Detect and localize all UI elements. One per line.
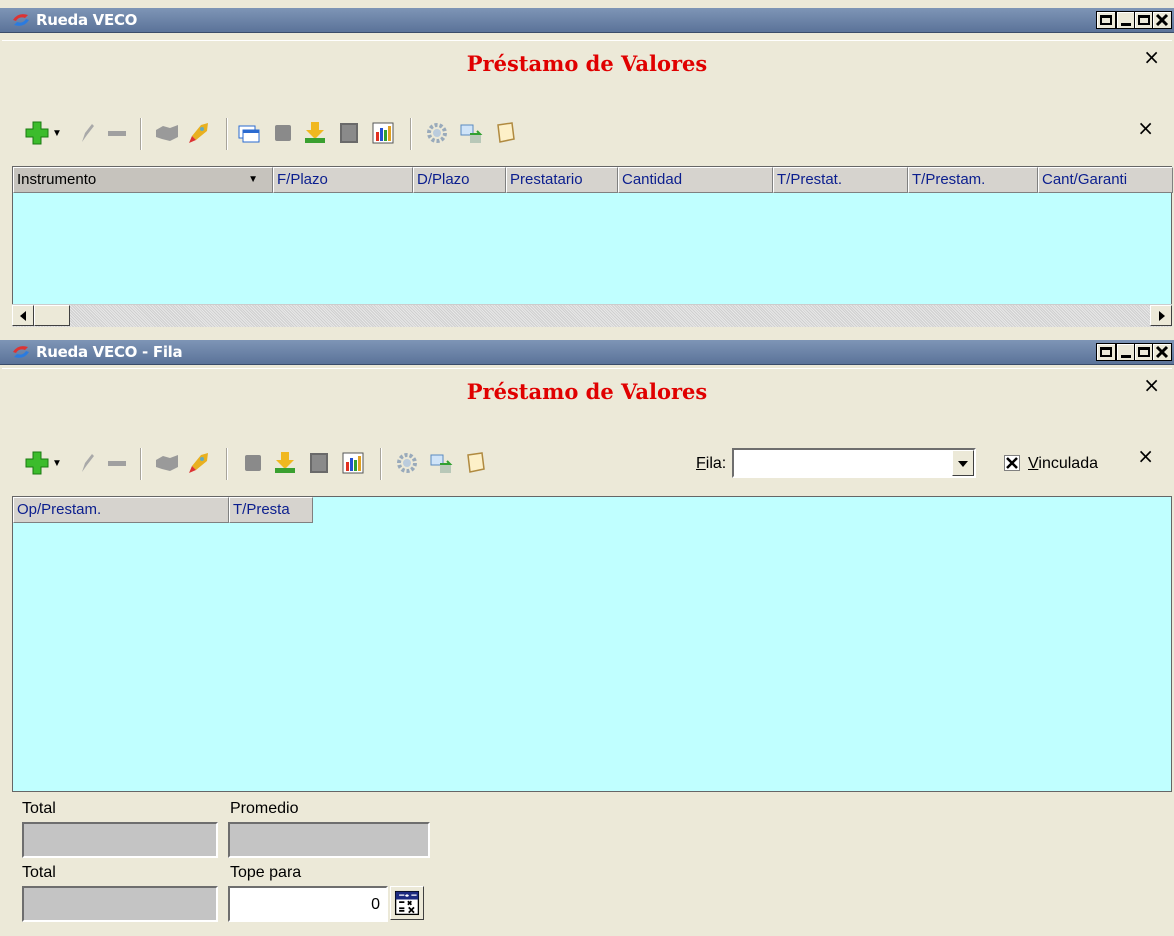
close-window-button[interactable]	[1152, 343, 1172, 361]
pen-icon[interactable]	[74, 120, 100, 146]
note-icon[interactable]	[492, 120, 518, 146]
maximize-button[interactable]	[1134, 343, 1154, 361]
close-icon	[1155, 345, 1169, 359]
handshake-icon[interactable]	[154, 120, 180, 146]
window-list-icon[interactable]	[236, 120, 262, 146]
column-header-t-presta[interactable]: T/Presta	[229, 497, 313, 523]
panel-header: Préstamo de Valores ×	[2, 368, 1172, 431]
panel-title: Préstamo de Valores	[466, 51, 708, 76]
handshake-icon[interactable]	[154, 450, 180, 476]
transfer-icon[interactable]	[458, 120, 484, 146]
panel-title: Préstamo de Valores	[466, 379, 708, 404]
total-field-2	[22, 886, 218, 922]
book-icon[interactable]	[336, 120, 362, 146]
download-icon[interactable]	[272, 450, 298, 476]
window-title: Rueda VECO	[36, 11, 138, 29]
promedio-field	[228, 822, 430, 858]
window-titlebar[interactable]: Rueda VECO	[0, 8, 1174, 33]
bar-chart-icon[interactable]	[340, 450, 366, 476]
chevron-down-icon[interactable]: ▼	[248, 168, 258, 192]
gear-icon[interactable]	[424, 120, 450, 146]
scroll-left-button[interactable]	[12, 305, 34, 326]
vinculada-checkbox[interactable]	[1004, 455, 1020, 471]
column-header-d-plazo[interactable]: D/Plazo	[413, 167, 506, 193]
panel-close-button[interactable]: ×	[1143, 47, 1160, 67]
add-dropdown-icon[interactable]: ▼	[52, 128, 62, 139]
tope-para-label: Tope para	[230, 864, 302, 881]
panel-close-button[interactable]: ×	[1143, 375, 1160, 395]
stop-icon[interactable]	[240, 450, 266, 476]
column-header-f-plazo[interactable]: F/Plazo	[273, 167, 413, 193]
close-icon	[1155, 13, 1169, 27]
column-header-instrumento[interactable]: Instrumento ▼	[13, 167, 273, 193]
chevron-down-icon	[958, 461, 968, 467]
restore-window-button[interactable]	[1096, 11, 1116, 29]
fila-select[interactable]	[732, 448, 976, 478]
add-icon[interactable]	[24, 120, 50, 146]
window-title: Rueda VECO - Fila	[36, 343, 183, 361]
transfer-icon[interactable]	[428, 450, 454, 476]
minus-icon[interactable]	[104, 120, 130, 146]
book-icon[interactable]	[306, 450, 332, 476]
stop-icon[interactable]	[270, 120, 296, 146]
column-header-t-prestat[interactable]: T/Prestat.	[773, 167, 908, 193]
close-window-button[interactable]	[1152, 11, 1172, 29]
rocket-icon[interactable]	[186, 450, 212, 476]
add-icon[interactable]	[24, 450, 50, 476]
scroll-thumb[interactable]	[34, 305, 70, 326]
bar-chart-icon[interactable]	[370, 120, 396, 146]
minimize-button[interactable]	[1116, 11, 1136, 29]
horizontal-scrollbar[interactable]	[12, 304, 1172, 327]
gear-icon[interactable]	[394, 450, 420, 476]
promedio-label: Promedio	[230, 800, 299, 817]
minus-icon[interactable]	[104, 450, 130, 476]
toolbar: ▼ Fila: Vinculada ×	[14, 446, 1154, 482]
app-icon	[13, 14, 29, 26]
arrow-right-icon	[1159, 311, 1165, 321]
download-icon[interactable]	[302, 120, 328, 146]
total-label: Total	[22, 800, 56, 817]
toolbar-close-button[interactable]: ×	[1137, 118, 1154, 138]
restore-window-button[interactable]	[1096, 343, 1116, 361]
checkmark-icon	[1006, 457, 1018, 469]
fila-dropdown-button[interactable]	[952, 450, 974, 476]
add-dropdown-icon[interactable]: ▼	[52, 458, 62, 469]
tope-apply-button[interactable]	[390, 886, 424, 920]
note-icon[interactable]	[462, 450, 488, 476]
vinculada-label[interactable]: Vinculada	[1028, 455, 1098, 473]
data-grid[interactable]: Op/Prestam. T/Presta	[12, 496, 1172, 792]
toolbar-close-button[interactable]: ×	[1137, 446, 1154, 466]
window-rueda-veco: Rueda VECO Préstamo de Valores × ▼ × Ins…	[0, 8, 1174, 330]
minimize-button[interactable]	[1116, 343, 1136, 361]
column-header-cant-garanti[interactable]: Cant/Garanti	[1038, 167, 1173, 193]
window-rueda-veco-fila: Rueda VECO - Fila Préstamo de Valores × …	[0, 340, 1174, 936]
arrow-left-icon	[20, 311, 26, 321]
total-field	[22, 822, 218, 858]
calculator-icon	[394, 890, 420, 916]
tope-para-input[interactable]: 0	[228, 886, 388, 922]
scroll-right-button[interactable]	[1150, 305, 1172, 326]
pen-icon[interactable]	[74, 450, 100, 476]
toolbar: ▼ ×	[14, 116, 1154, 152]
total-label-2: Total	[22, 864, 56, 881]
fila-label: Fila:	[696, 455, 727, 472]
maximize-button[interactable]	[1134, 11, 1154, 29]
app-icon	[13, 346, 29, 358]
data-grid[interactable]: Instrumento ▼ F/Plazo D/Plazo Prestatari…	[12, 166, 1173, 306]
window-titlebar[interactable]: Rueda VECO - Fila	[0, 340, 1174, 365]
column-header-t-prestam[interactable]: T/Prestam.	[908, 167, 1038, 193]
column-header-op-prestam[interactable]: Op/Prestam.	[13, 497, 229, 523]
panel-header: Préstamo de Valores ×	[2, 40, 1172, 99]
column-header-prestatario[interactable]: Prestatario	[506, 167, 618, 193]
column-header-cantidad[interactable]: Cantidad	[618, 167, 773, 193]
rocket-icon[interactable]	[186, 120, 212, 146]
